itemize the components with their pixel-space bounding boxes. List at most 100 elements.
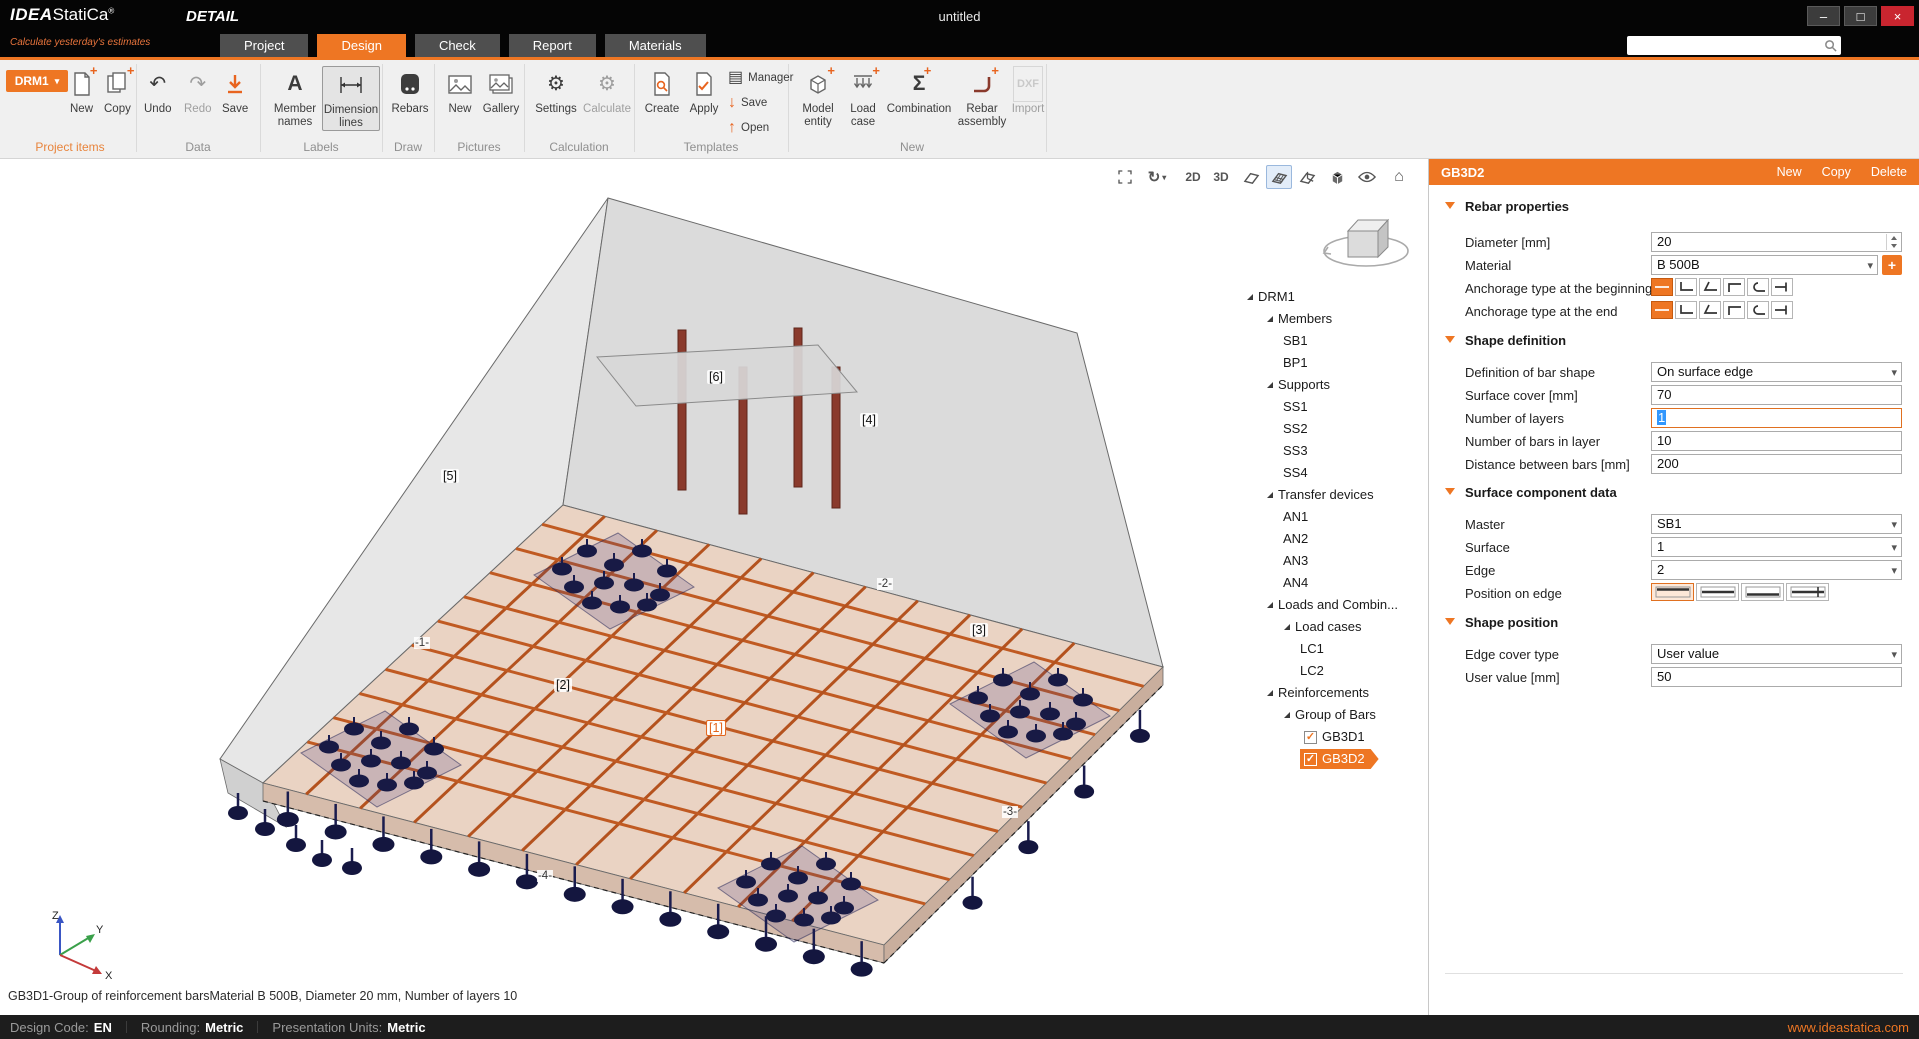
entity-label-2[interactable]: [2]	[554, 678, 572, 692]
template-open-button[interactable]: ↑ Open	[728, 118, 769, 138]
number-of-layers-input[interactable]: 1	[1651, 408, 1902, 428]
tree-item-ss1[interactable]: SS1	[1283, 397, 1308, 417]
tab-design[interactable]: Design	[317, 34, 405, 57]
entity-label-1-selected[interactable]: [1]	[706, 720, 726, 736]
tree-item-ss3[interactable]: SS3	[1283, 441, 1308, 461]
diameter-spinner[interactable]	[1886, 234, 1900, 250]
dimension-lines-button[interactable]: Dimension lines	[322, 66, 380, 131]
tab-check[interactable]: Check	[415, 34, 500, 57]
tree-item-an3[interactable]: AN3	[1283, 551, 1308, 571]
new-project-item-button[interactable]: + New	[70, 66, 93, 116]
scene-3d-model[interactable]	[0, 159, 1428, 1015]
anchorage-hook-down-icon[interactable]	[1723, 278, 1745, 296]
anchorage-head-plate-icon[interactable]	[1771, 278, 1793, 296]
anchorage-loop-icon[interactable]	[1747, 278, 1769, 296]
anchorage-straight-icon[interactable]	[1651, 301, 1673, 319]
calculate-button[interactable]: ⚙ Calculate	[582, 66, 632, 116]
diameter-input[interactable]: 20	[1651, 232, 1902, 252]
position-bottom-icon[interactable]	[1741, 583, 1784, 601]
view-3d-button[interactable]: 3D	[1208, 165, 1234, 189]
view-2d-button[interactable]: 2D	[1180, 165, 1206, 189]
save-button[interactable]: Save	[222, 66, 248, 116]
entity-label-6[interactable]: [6]	[707, 370, 725, 384]
position-top-icon[interactable]	[1651, 583, 1694, 601]
anchorage-hook-up-icon[interactable]	[1675, 278, 1697, 296]
tree-item-gb3d1[interactable]: ✓GB3D1	[1304, 727, 1365, 747]
surface-dropdown[interactable]: 1▾	[1651, 537, 1902, 557]
tab-project[interactable]: Project	[220, 34, 308, 57]
bars-in-layer-input[interactable]: 10	[1651, 431, 1902, 451]
model-viewport[interactable]: ↻▾ 2D 3D ⌂ [6] [4] [5] [2] [1] [3] -1- -…	[0, 159, 1428, 1015]
section-shape-position[interactable]: Shape position	[1429, 613, 1919, 635]
minimize-button[interactable]: –	[1807, 6, 1840, 26]
edge-dropdown[interactable]: 2▾	[1651, 560, 1902, 580]
tree-item-drm1[interactable]: DRM1	[1247, 287, 1295, 307]
anchorage-loop-icon[interactable]	[1747, 301, 1769, 319]
bar-shape-definition-dropdown[interactable]: On surface edge▾	[1651, 362, 1902, 382]
isometric-cube-button[interactable]	[1324, 165, 1350, 189]
settings-button[interactable]: ⚙ Settings	[532, 66, 580, 116]
anchorage-hook-down-icon[interactable]	[1723, 301, 1745, 319]
template-save-button[interactable]: ↓ Save	[728, 93, 767, 113]
panel-copy-button[interactable]: Copy	[1822, 165, 1851, 179]
section-shape-definition[interactable]: Shape definition	[1429, 331, 1919, 353]
new-picture-button[interactable]: New	[442, 66, 478, 116]
create-template-button[interactable]: Create	[642, 66, 682, 116]
redo-button[interactable]: ↷ Redo	[184, 66, 212, 116]
navigation-cube[interactable]	[1318, 207, 1414, 283]
rebars-button[interactable]: Rebars	[388, 66, 432, 116]
project-item-selector[interactable]: DRM1▾	[6, 70, 68, 92]
dxf-import-button[interactable]: DXF Import	[1010, 66, 1046, 116]
undo-button[interactable]: ↶ Undo	[144, 66, 172, 116]
entity-label-4[interactable]: [4]	[860, 413, 878, 427]
anchorage-hook-angle-icon[interactable]	[1699, 278, 1721, 296]
home-view-button[interactable]: ⌂	[1386, 165, 1412, 189]
tab-report[interactable]: Report	[509, 34, 596, 57]
tree-item-transfer-devices[interactable]: Transfer devices	[1267, 485, 1374, 505]
copy-project-item-button[interactable]: + Copy	[104, 66, 131, 116]
panel-new-button[interactable]: New	[1777, 165, 1802, 179]
close-button[interactable]: ×	[1881, 6, 1914, 26]
search-box[interactable]	[1627, 36, 1841, 55]
website-link[interactable]: www.ideastatica.com	[1788, 1020, 1909, 1035]
position-middle-icon[interactable]	[1696, 583, 1739, 601]
master-dropdown[interactable]: SB1▾	[1651, 514, 1902, 534]
anchorage-straight-icon[interactable]	[1651, 278, 1673, 296]
tree-item-lc2[interactable]: LC2	[1300, 661, 1324, 681]
distance-between-bars-input[interactable]: 200	[1651, 454, 1902, 474]
template-manager-button[interactable]: ▤ Manager	[728, 68, 794, 88]
member-names-button[interactable]: A Member names	[272, 66, 318, 129]
tree-item-ss2[interactable]: SS2	[1283, 419, 1308, 439]
tree-item-ss4[interactable]: SS4	[1283, 463, 1308, 483]
tree-item-an4[interactable]: AN4	[1283, 573, 1308, 593]
tree-item-bp1[interactable]: BP1	[1283, 353, 1308, 373]
surface-cover-input[interactable]: 70	[1651, 385, 1902, 405]
panel-delete-button[interactable]: Delete	[1871, 165, 1907, 179]
tree-item-an1[interactable]: AN1	[1283, 507, 1308, 527]
fullscreen-button[interactable]	[1112, 165, 1138, 189]
view-axes-button[interactable]	[1294, 165, 1320, 189]
entity-label-3[interactable]: [3]	[970, 623, 988, 637]
maximize-button[interactable]: □	[1844, 6, 1877, 26]
section-rebar-properties[interactable]: Rebar properties	[1429, 197, 1919, 219]
rotate-view-button[interactable]: ↻▾	[1140, 165, 1174, 189]
tree-item-members[interactable]: Members	[1267, 309, 1332, 329]
rebar-assembly-button[interactable]: + Rebar assembly	[956, 66, 1008, 129]
entity-label-5[interactable]: [5]	[441, 469, 459, 483]
tree-item-sb1[interactable]: SB1	[1283, 331, 1308, 351]
position-offset-icon[interactable]	[1786, 583, 1829, 601]
tree-item-reinforcements[interactable]: Reinforcements	[1267, 683, 1369, 703]
tree-item-load-cases[interactable]: Load cases	[1284, 617, 1362, 637]
search-input[interactable]	[1627, 38, 1824, 54]
combination-button[interactable]: Σ+ Combination	[886, 66, 952, 116]
visibility-eye-button[interactable]	[1354, 165, 1380, 189]
load-case-button[interactable]: + Load case	[844, 66, 882, 129]
tree-item-gb3d2-selected[interactable]: ✓GB3D2	[1300, 749, 1379, 769]
tree-item-an2[interactable]: AN2	[1283, 529, 1308, 549]
gb3d2-checkbox[interactable]: ✓	[1304, 753, 1317, 766]
anchorage-hook-angle-icon[interactable]	[1699, 301, 1721, 319]
view-plane-button[interactable]	[1238, 165, 1264, 189]
material-dropdown[interactable]: B 500B▾	[1651, 255, 1878, 275]
tree-item-lc1[interactable]: LC1	[1300, 639, 1324, 659]
gb3d1-checkbox[interactable]: ✓	[1304, 731, 1317, 744]
